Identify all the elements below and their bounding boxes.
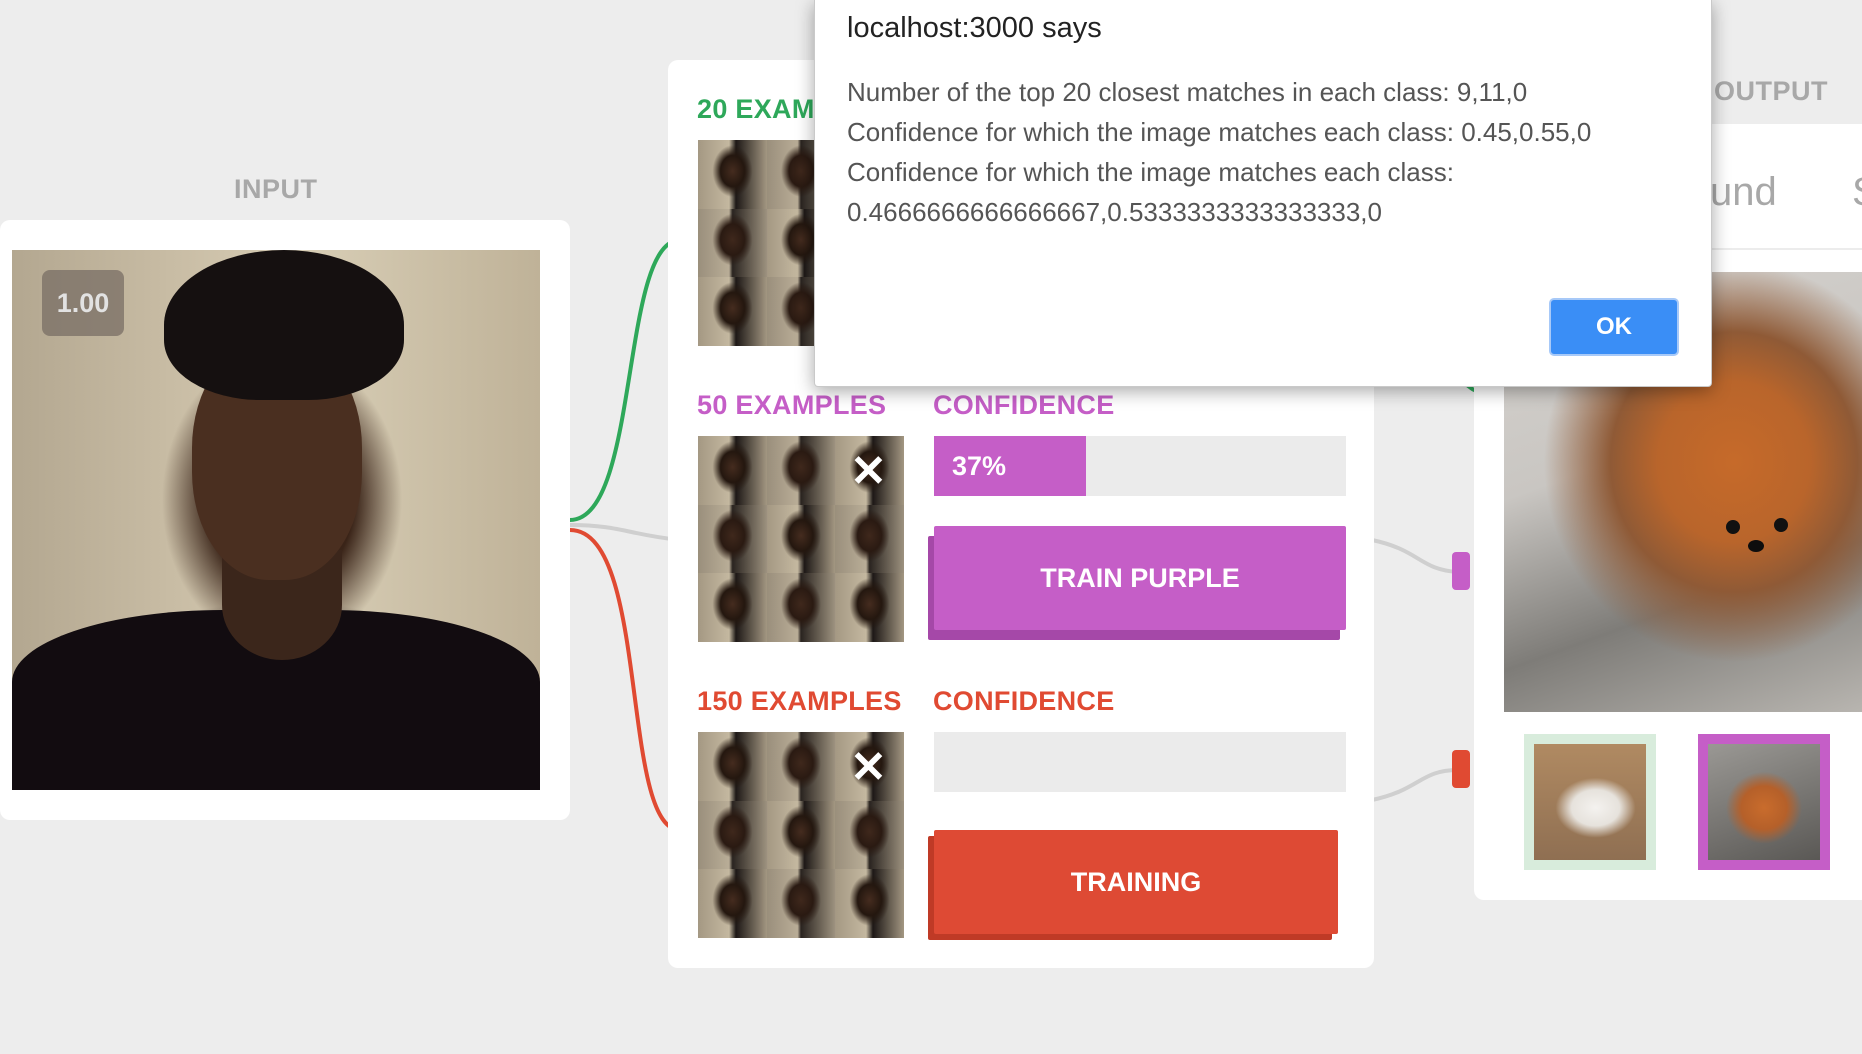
ok-button[interactable]: OK (1549, 298, 1679, 356)
output-label: OUTPUT (1714, 76, 1828, 106)
orange-examples-label: 150 EXAMPLES (697, 686, 902, 716)
input-score-badge: 1.00 (42, 270, 124, 336)
output-thumbnail-cat[interactable] (1524, 734, 1656, 870)
purple-confidence-label: CONFIDENCE (933, 390, 1115, 420)
dialog-line: Number of the top 20 closest matches in … (847, 77, 1528, 107)
training-button-label: TRAINING (1070, 866, 1202, 897)
dialog-message: Number of the top 20 closest matches in … (847, 72, 1687, 232)
tab-speech[interactable]: S (1852, 170, 1862, 215)
alert-dialog: localhost:3000 says Number of the top 20… (814, 0, 1712, 387)
orange-output-port (1452, 750, 1470, 788)
purple-confidence-fill: 37% (934, 436, 1086, 496)
train-purple-button[interactable]: TRAIN PURPLE (934, 526, 1346, 630)
orange-confidence-label: CONFIDENCE (933, 686, 1115, 716)
dialog-line: Confidence for which the image matches e… (847, 117, 1592, 147)
purple-confidence-bar: 37% (934, 436, 1346, 496)
train-purple-button-label: TRAIN PURPLE (1040, 562, 1240, 593)
output-thumbnail-dog[interactable] (1698, 734, 1830, 870)
tab-sound[interactable]: und (1710, 170, 1777, 215)
orange-confidence-bar (934, 732, 1346, 792)
dialog-line: 0.4666666666666667,0.5333333333333333,0 (847, 197, 1382, 227)
purple-output-port (1452, 552, 1470, 590)
dialog-title: localhost:3000 says (847, 12, 1102, 44)
purple-clear-icon[interactable]: ✕ (850, 450, 887, 494)
purple-examples-label: 50 EXAMPLES (697, 390, 887, 420)
purple-confidence-value: 37% (952, 450, 1007, 481)
dialog-line: Confidence for which the image matches e… (847, 157, 1454, 187)
orange-clear-icon[interactable]: ✕ (850, 746, 887, 790)
training-button[interactable]: TRAINING (934, 830, 1338, 934)
input-label: INPUT (234, 174, 318, 204)
